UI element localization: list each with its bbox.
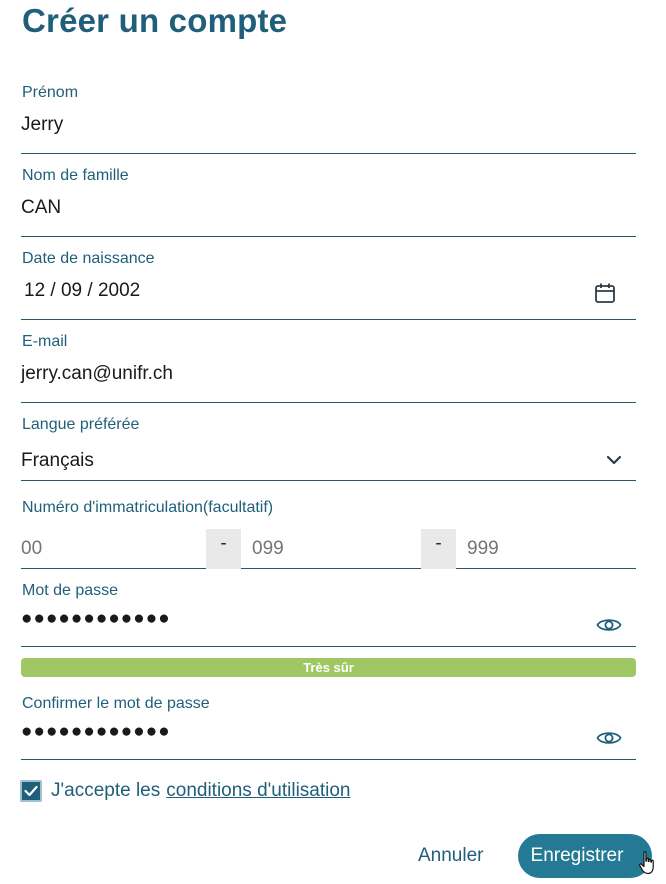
terms-link[interactable]: conditions d'utilisation xyxy=(166,780,350,802)
terms-text: J'accepte les xyxy=(51,780,161,801)
language-label: Langue préférée xyxy=(22,416,140,433)
last-name-label: Nom de famille xyxy=(22,167,129,184)
check-icon xyxy=(24,785,38,797)
email-value[interactable]: jerry.can@unifr.ch xyxy=(21,363,173,385)
first-name-field[interactable]: Prénom Jerry xyxy=(21,84,636,154)
confirm-password-field[interactable]: Confirmer le mot de passe ●●●●●●●●●●●● xyxy=(21,695,636,760)
matriculation-separator: - xyxy=(206,529,241,569)
page-title: Créer un compte xyxy=(22,2,288,39)
language-value[interactable]: Français xyxy=(21,450,94,472)
matriculation-label: Numéro d'immatriculation(facultatif) xyxy=(22,499,274,516)
confirm-password-value[interactable]: ●●●●●●●●●●●● xyxy=(21,721,171,743)
password-value[interactable]: ●●●●●●●●●●●● xyxy=(21,608,171,630)
language-select[interactable]: Langue préférée Français xyxy=(21,416,636,481)
password-label: Mot de passe xyxy=(22,582,119,599)
save-button[interactable]: Enregistrer xyxy=(518,834,652,878)
terms-row: J'accepte les conditions d'utilisation xyxy=(20,779,351,803)
first-name-value[interactable]: Jerry xyxy=(21,114,63,136)
password-field[interactable]: Mot de passe ●●●●●●●●●●●● xyxy=(21,582,636,647)
birth-date-value[interactable]: 12 / 09 / 2002 xyxy=(24,280,140,302)
last-name-field[interactable]: Nom de famille CAN xyxy=(21,167,636,237)
eye-icon[interactable] xyxy=(596,615,622,635)
hand-cursor-icon xyxy=(639,851,654,875)
terms-checkbox[interactable] xyxy=(20,780,42,802)
birth-date-label: Date de naissance xyxy=(22,250,155,267)
chevron-down-icon[interactable] xyxy=(606,452,622,468)
email-label: E-mail xyxy=(22,333,68,350)
last-name-value[interactable]: CAN xyxy=(21,197,61,219)
matriculation-part3-input[interactable] xyxy=(467,529,636,569)
matriculation-field: Numéro d'immatriculation(facultatif) - - xyxy=(21,499,636,569)
birth-date-field[interactable]: Date de naissance 12 / 09 / 2002 xyxy=(21,250,636,320)
confirm-password-label: Confirmer le mot de passe xyxy=(22,695,210,712)
matriculation-separator: - xyxy=(421,529,456,569)
matriculation-inputs: - - xyxy=(21,529,636,569)
email-field[interactable]: E-mail jerry.can@unifr.ch xyxy=(21,333,636,403)
first-name-label: Prénom xyxy=(22,84,79,101)
password-strength-bar: Très sûr xyxy=(21,658,636,677)
matriculation-part1-input[interactable] xyxy=(21,529,205,569)
cancel-button[interactable]: Annuler xyxy=(418,845,484,867)
matriculation-part2-input[interactable] xyxy=(252,529,418,569)
calendar-icon[interactable] xyxy=(594,282,616,304)
eye-icon[interactable] xyxy=(596,728,622,748)
